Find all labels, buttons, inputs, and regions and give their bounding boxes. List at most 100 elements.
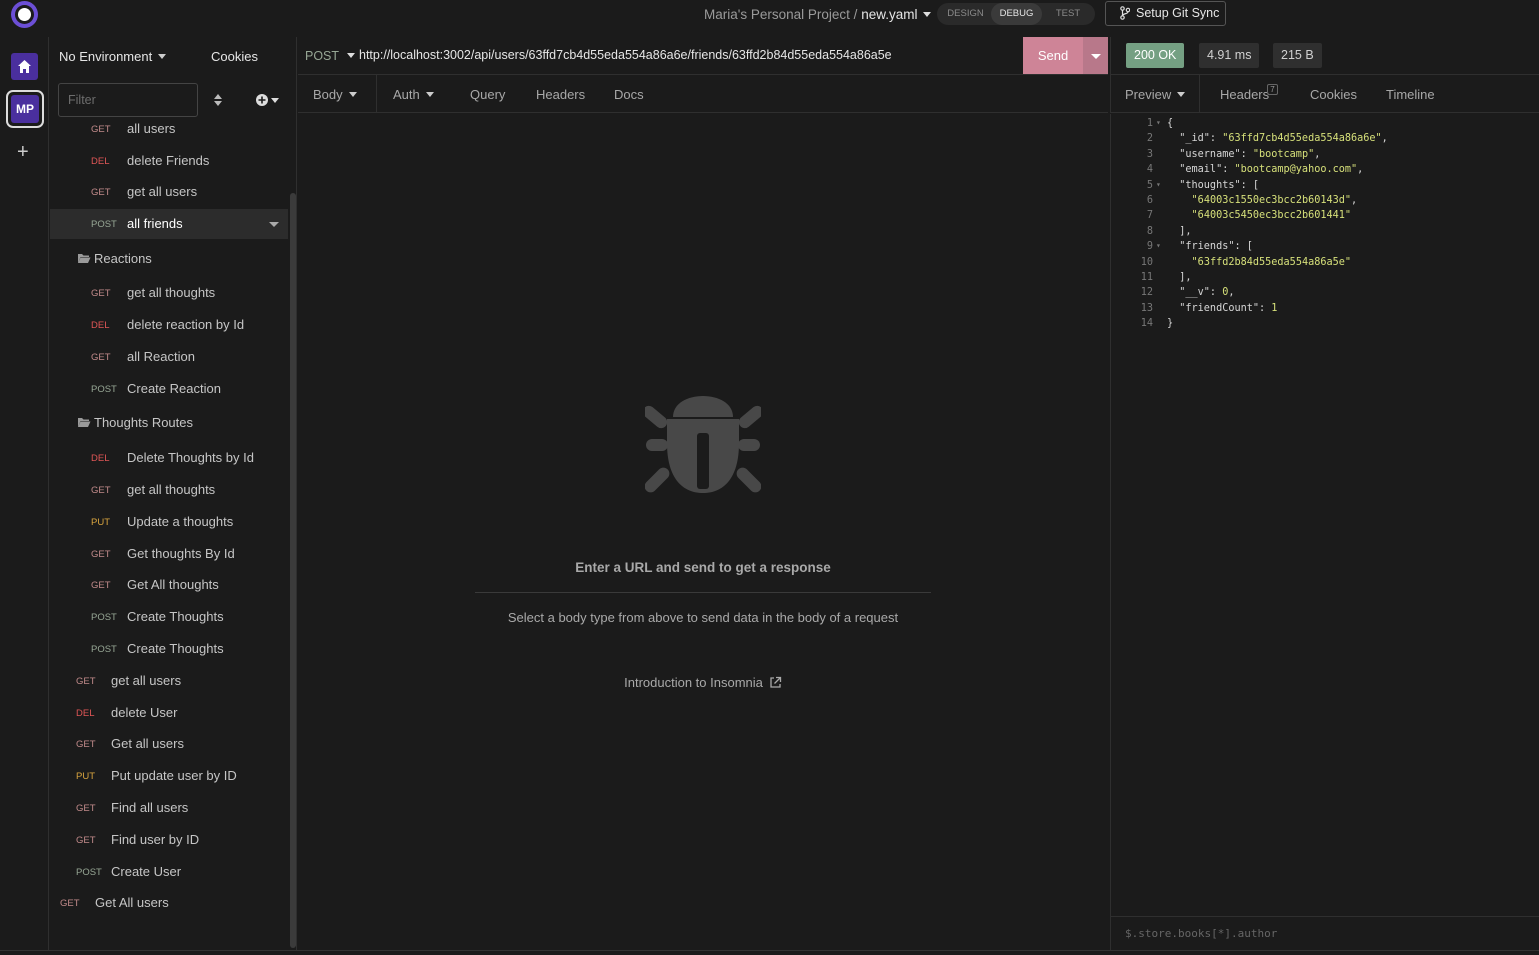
tab-timeline[interactable]: Timeline xyxy=(1386,87,1435,102)
send-button[interactable]: Send xyxy=(1023,37,1083,74)
request-item[interactable]: GET get all users xyxy=(50,666,288,696)
intro-link-label: Introduction to Insomnia xyxy=(624,675,763,690)
request-item[interactable]: GET all Reaction xyxy=(50,342,288,372)
code-line: 6 "64003c1550ec3bcc2b60143d", xyxy=(1111,195,1531,210)
tab-query[interactable]: Query xyxy=(470,87,505,102)
request-url-input[interactable]: http://localhost:3002/api/users/63ffd7cb… xyxy=(359,48,892,62)
chevron-down-icon xyxy=(425,92,434,97)
request-item[interactable]: GET Get All thoughts xyxy=(50,570,288,600)
http-method-badge: DEL xyxy=(91,156,110,167)
request-item[interactable]: GET Find user by ID xyxy=(50,825,288,855)
fold-toggle-icon[interactable]: ▾ xyxy=(1156,180,1161,189)
http-method-badge: POST xyxy=(91,644,117,655)
request-label: Create Reaction xyxy=(127,381,221,396)
code-text: "thoughts": [ xyxy=(1167,179,1260,191)
request-method-label: POST xyxy=(305,49,340,63)
code-line: 10 "63ffd2b84d55eda554a86a5e" xyxy=(1111,257,1531,272)
request-item[interactable]: POST Create Reaction xyxy=(50,374,288,404)
tab-preview-label: Preview xyxy=(1125,87,1172,102)
mode-test[interactable]: TEST xyxy=(1045,3,1091,25)
response-time-badge: 4.91 ms xyxy=(1199,43,1260,68)
request-item[interactable]: GET get all users xyxy=(50,177,288,207)
request-label: Put update user by ID xyxy=(111,768,237,783)
code-text: "username": "bootcamp", xyxy=(1167,148,1321,160)
request-item[interactable]: GET get all thoughts xyxy=(50,278,288,308)
tab-body[interactable]: Body xyxy=(313,87,357,102)
http-method-badge: GET xyxy=(76,835,96,846)
request-item[interactable]: DEL delete reaction by Id xyxy=(50,310,288,340)
chevron-down-icon[interactable] xyxy=(923,12,932,17)
breadcrumb-project[interactable]: Maria's Personal Project xyxy=(704,7,850,22)
home-button[interactable] xyxy=(11,53,38,80)
workspace-initials: MP xyxy=(11,95,39,123)
code-text: "__v": 0, xyxy=(1167,287,1235,299)
insomnia-logo-icon[interactable] xyxy=(11,1,38,28)
request-empty-state: Enter a URL and send to get a response S… xyxy=(298,114,1108,955)
request-item[interactable]: DEL Delete Thoughts by Id xyxy=(50,443,288,473)
folder-item[interactable]: Thoughts Routes xyxy=(50,408,288,438)
tab-response-cookies[interactable]: Cookies xyxy=(1310,87,1357,102)
line-number: 1 xyxy=(1146,118,1153,129)
request-item[interactable]: GET Get All users xyxy=(50,888,288,918)
tab-response-headers[interactable]: Headers xyxy=(1220,87,1269,102)
workspace-avatar-button[interactable]: MP xyxy=(6,90,44,128)
folder-item[interactable]: Reactions xyxy=(50,244,288,274)
send-options-button[interactable] xyxy=(1083,37,1108,74)
request-method-selector[interactable]: POST xyxy=(305,49,356,63)
request-label: Find all users xyxy=(111,800,189,815)
request-item[interactable]: PUT Update a thoughts xyxy=(50,507,288,537)
chevron-down-icon xyxy=(347,53,356,58)
request-item[interactable]: GET all users xyxy=(50,114,288,144)
request-item[interactable]: GET Get all users xyxy=(50,729,288,759)
folder-label: Thoughts Routes xyxy=(94,415,194,430)
breadcrumb-file[interactable]: new.yaml xyxy=(861,7,917,22)
code-line: 2 "_id": "63ffd7cb4d55eda554a86a6e", xyxy=(1111,133,1531,148)
empty-state-subtitle: Select a body type from above to send da… xyxy=(507,610,899,625)
mode-design[interactable]: DESIGN xyxy=(941,3,990,25)
tab-docs[interactable]: Docs xyxy=(614,87,644,102)
tab-auth[interactable]: Auth xyxy=(393,87,434,102)
request-label: delete User xyxy=(111,705,178,720)
request-label: get all users xyxy=(111,673,182,688)
response-body-viewer[interactable]: 1 ▾{2 "_id": "63ffd7cb4d55eda554a86a6e", 3… xyxy=(1110,114,1539,916)
sidebar-scrollbar[interactable] xyxy=(290,193,296,948)
tab-divider xyxy=(1199,75,1200,113)
code-line: 11 ], xyxy=(1111,272,1531,287)
request-item[interactable]: POST Create Thoughts xyxy=(50,602,288,632)
tab-headers[interactable]: Headers xyxy=(536,87,585,102)
code-text: "email": "bootcamp@yahoo.com", xyxy=(1167,164,1364,176)
request-item[interactable]: PUT Put update user by ID xyxy=(50,761,288,791)
tab-preview[interactable]: Preview xyxy=(1125,87,1186,102)
chevron-down-icon[interactable] xyxy=(269,222,279,227)
response-filter-input[interactable] xyxy=(1111,917,1539,950)
http-method-badge: POST xyxy=(76,867,102,878)
intro-to-insomnia-link[interactable]: Introduction to Insomnia xyxy=(298,675,1108,690)
mode-debug[interactable]: DEBUG xyxy=(991,3,1042,25)
setup-git-sync-button[interactable]: Setup Git Sync xyxy=(1105,1,1226,26)
http-method-badge: GET xyxy=(91,288,111,299)
request-item[interactable]: GET Find all users xyxy=(50,793,288,823)
http-method-badge: GET xyxy=(91,124,111,135)
request-label: get all users xyxy=(127,184,198,199)
code-line: 1 ▾ { xyxy=(1111,118,1531,133)
line-number: 5 xyxy=(1146,179,1153,191)
chevron-down-icon xyxy=(348,92,357,97)
fold-toggle-icon[interactable]: ▾ xyxy=(1156,118,1161,127)
request-item[interactable]: POST all friends xyxy=(50,209,288,239)
http-method-badge: PUT xyxy=(76,771,95,782)
request-item[interactable]: POST Create User xyxy=(50,857,288,887)
code-text: ], xyxy=(1167,225,1192,237)
http-method-badge: GET xyxy=(91,485,111,496)
request-item[interactable]: GET get all thoughts xyxy=(50,475,288,505)
code-line: 13 "friendCount": 1 xyxy=(1111,303,1531,318)
fold-toggle-icon[interactable]: ▾ xyxy=(1156,241,1161,250)
request-item[interactable]: DEL delete Friends xyxy=(50,146,288,176)
request-item[interactable]: DEL delete User xyxy=(50,698,288,728)
code-text: } xyxy=(1167,318,1174,330)
code-text: "friends": [ xyxy=(1167,241,1253,253)
request-item[interactable]: POST Create Thoughts xyxy=(50,634,288,664)
request-label: get all thoughts xyxy=(127,482,216,497)
add-workspace-button[interactable]: + xyxy=(17,142,29,162)
request-item[interactable]: GET Get thoughts By Id xyxy=(50,539,288,569)
breadcrumb[interactable]: Maria's Personal Project / new.yaml xyxy=(704,7,932,22)
